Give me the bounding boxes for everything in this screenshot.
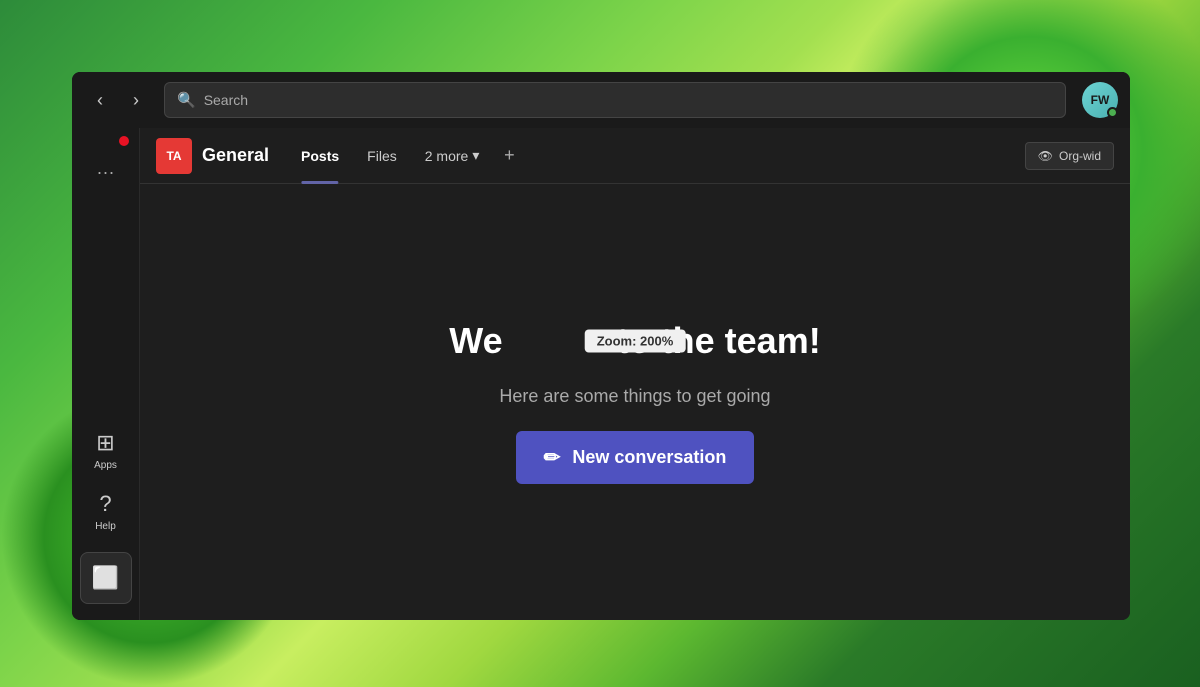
back-button[interactable]: ‹ bbox=[84, 84, 116, 116]
zoom-tooltip: Zoom: 200% bbox=[585, 330, 686, 353]
device-icon: ⬜ bbox=[92, 565, 119, 591]
chevron-down-icon: ▾ bbox=[472, 147, 479, 164]
channel-tabs: Posts Files 2 more ▾ + bbox=[289, 139, 1025, 172]
avatar-wrap: FW bbox=[1082, 82, 1118, 118]
search-bar[interactable]: 🔍 Search bbox=[164, 82, 1066, 118]
notification-dot bbox=[119, 136, 129, 146]
tab-more-label: 2 more bbox=[425, 148, 469, 164]
content-area: TA General Posts Files 2 more ▾ + 👁 Org-… bbox=[140, 128, 1130, 620]
search-placeholder-text: Search bbox=[204, 92, 248, 108]
sidebar-item-apps[interactable]: ⊞ Apps bbox=[78, 422, 134, 479]
tab-more-button[interactable]: 2 more ▾ bbox=[413, 139, 492, 172]
eye-icon: 👁 bbox=[1038, 149, 1053, 163]
status-dot bbox=[1107, 107, 1118, 118]
channel-name: General bbox=[202, 145, 269, 166]
nav-arrows: ‹ › bbox=[84, 84, 152, 116]
channel-header: TA General Posts Files 2 more ▾ + 👁 Org-… bbox=[140, 128, 1130, 184]
search-icon: 🔍 bbox=[177, 91, 196, 109]
apps-label: Apps bbox=[94, 460, 117, 471]
new-conversation-label: New conversation bbox=[572, 447, 726, 468]
sidebar-more-button[interactable]: ··· bbox=[84, 150, 128, 194]
tab-add-button[interactable]: + bbox=[495, 142, 523, 170]
help-icon: ? bbox=[99, 491, 111, 517]
sidebar-item-help[interactable]: ? Help bbox=[78, 483, 134, 540]
posts-area: We­lcome to the team! Zoom: 200% Here ar… bbox=[140, 184, 1130, 620]
org-wide-label: Org-wid bbox=[1059, 149, 1101, 163]
sidebar-device-button[interactable]: ⬜ bbox=[80, 552, 132, 604]
forward-button[interactable]: › bbox=[120, 84, 152, 116]
welcome-heading-wrap: We­lcome to the team! Zoom: 200% bbox=[449, 320, 820, 362]
sidebar: ··· ⊞ Apps ? Help ⬜ bbox=[72, 128, 140, 620]
welcome-subtext: Here are some things to get going bbox=[499, 386, 770, 407]
org-wide-button[interactable]: 👁 Org-wid bbox=[1025, 142, 1114, 170]
main-body: ··· ⊞ Apps ? Help ⬜ TA General Posts bbox=[72, 128, 1130, 620]
new-conversation-button[interactable]: ✏ New conversation bbox=[516, 431, 755, 484]
compose-icon: ✏ bbox=[544, 445, 561, 470]
help-label: Help bbox=[95, 521, 116, 532]
apps-icon: ⊞ bbox=[96, 430, 114, 456]
tab-files[interactable]: Files bbox=[355, 140, 409, 172]
top-bar: ‹ › 🔍 Search FW bbox=[72, 72, 1130, 128]
team-icon: TA bbox=[156, 138, 192, 174]
teams-window: ‹ › 🔍 Search FW ··· ⊞ Apps ? Help bbox=[72, 72, 1130, 620]
tab-posts[interactable]: Posts bbox=[289, 140, 351, 172]
